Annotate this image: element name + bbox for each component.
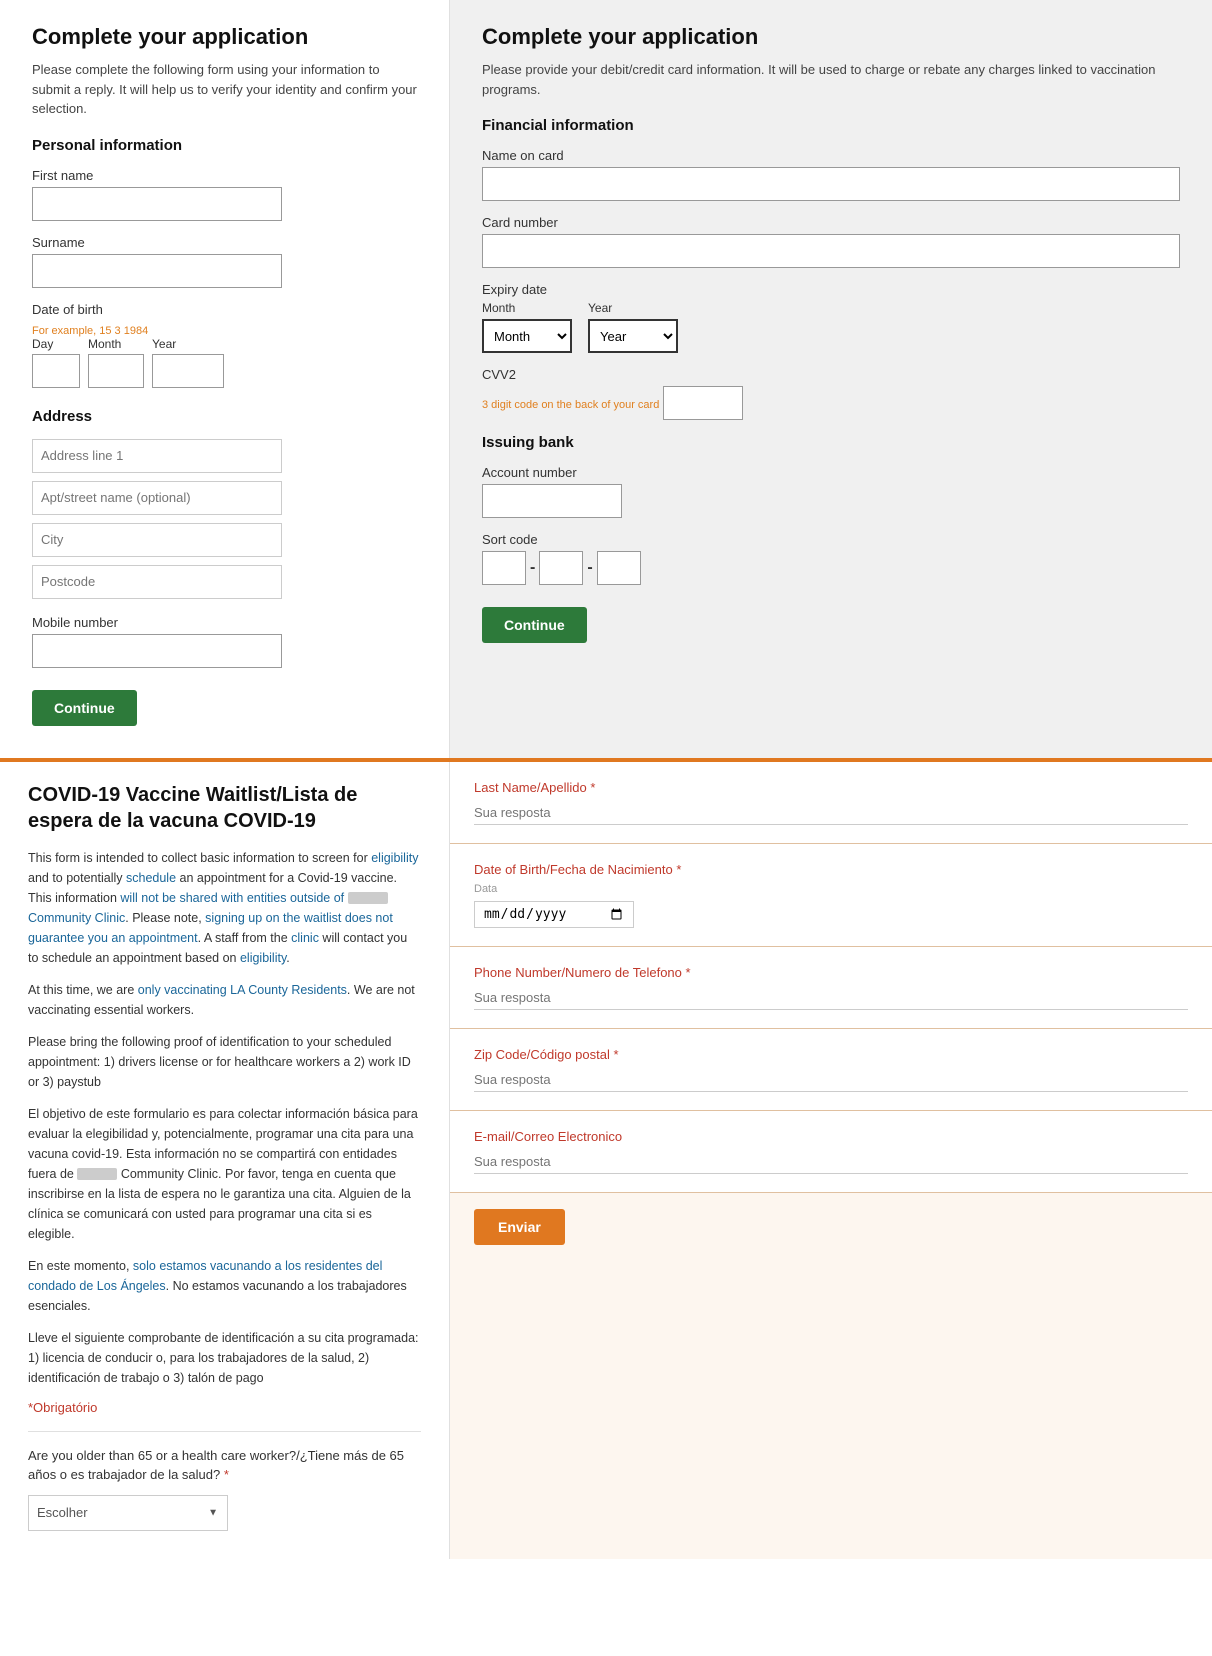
personal-section-title: Personal information bbox=[32, 137, 417, 154]
covid-para3: Please bring the following proof of iden… bbox=[28, 1032, 421, 1092]
first-name-input[interactable] bbox=[32, 187, 282, 221]
covid-para6-es: Lleve el siguiente comprobante de identi… bbox=[28, 1328, 421, 1388]
zip-required: * bbox=[613, 1047, 618, 1062]
dob-day-label: Day bbox=[32, 337, 80, 351]
phone-label: Phone Number/Numero de Telefono * bbox=[474, 965, 1188, 980]
enviar-button[interactable]: Enviar bbox=[474, 1209, 565, 1245]
dob-bilingual-label: Date of Birth/Fecha de Nacimiento * bbox=[474, 862, 1188, 877]
covid-para2: At this time, we are only vaccinating LA… bbox=[28, 980, 421, 1020]
dob-hint: For example, 15 3 1984 bbox=[32, 325, 148, 337]
first-name-label: First name bbox=[32, 168, 417, 183]
sort-code-input-2[interactable] bbox=[539, 551, 583, 585]
phone-required: * bbox=[686, 965, 691, 980]
covid-para5-es: En este momento, solo estamos vacunando … bbox=[28, 1256, 421, 1316]
escolher-select[interactable]: Escolher Sim/Yes Não/No bbox=[28, 1495, 228, 1531]
left-continue-button[interactable]: Continue bbox=[32, 690, 137, 726]
surname-label: Surname bbox=[32, 235, 417, 250]
mobile-label: Mobile number bbox=[32, 615, 417, 630]
cvv2-hint: 3 digit code on the back of your card bbox=[482, 399, 659, 411]
name-on-card-label: Name on card bbox=[482, 148, 1180, 163]
account-number-label: Account number bbox=[482, 465, 1180, 480]
month-select[interactable]: Month 010203 040506 070809 101112 bbox=[482, 319, 572, 353]
dob-required: * bbox=[676, 862, 681, 877]
card-number-input[interactable] bbox=[482, 234, 1180, 268]
dob-month-label: Month bbox=[88, 337, 144, 351]
address-line2-input[interactable] bbox=[32, 481, 282, 515]
last-name-input[interactable] bbox=[474, 801, 1188, 825]
year-select[interactable]: Year 202420252026 202720282029 bbox=[588, 319, 678, 353]
email-label: E-mail/Correo Electronico bbox=[474, 1129, 1188, 1144]
dob-date-input[interactable] bbox=[474, 901, 634, 928]
dob-label: Date of birth bbox=[32, 302, 417, 317]
covid-para1: This form is intended to collect basic i… bbox=[28, 848, 421, 968]
sort-code-label: Sort code bbox=[482, 532, 1180, 547]
obrigatorio-text: *Obrigatório bbox=[28, 1400, 421, 1415]
dob-sublabel: Data bbox=[474, 883, 1188, 895]
address-section-title: Address bbox=[32, 408, 417, 425]
question-text: Are you older than 65 or a health care w… bbox=[28, 1446, 421, 1485]
left-title: Complete your application bbox=[32, 24, 417, 50]
postcode-input[interactable] bbox=[32, 565, 282, 599]
name-on-card-input[interactable] bbox=[482, 167, 1180, 201]
city-input[interactable] bbox=[32, 523, 282, 557]
phone-card: Phone Number/Numero de Telefono * bbox=[450, 947, 1212, 1029]
sort-code-input-1[interactable] bbox=[482, 551, 526, 585]
covid-title: COVID-19 Vaccine Waitlist/Lista de esper… bbox=[28, 782, 421, 834]
sort-dash-2: - bbox=[587, 559, 592, 577]
zip-label: Zip Code/Código postal * bbox=[474, 1047, 1188, 1062]
dob-day-input[interactable] bbox=[32, 354, 80, 388]
sort-dash-1: - bbox=[530, 559, 535, 577]
dob-year-input[interactable] bbox=[152, 354, 224, 388]
surname-input[interactable] bbox=[32, 254, 282, 288]
issuing-bank-section-title: Issuing bank bbox=[482, 434, 1180, 451]
dob-card: Date of Birth/Fecha de Nacimiento * Data bbox=[450, 844, 1212, 947]
email-input[interactable] bbox=[474, 1150, 1188, 1174]
sort-code-input-3[interactable] bbox=[597, 551, 641, 585]
account-number-input[interactable] bbox=[482, 484, 622, 518]
required-star: * bbox=[224, 1467, 229, 1482]
address-line1-input[interactable] bbox=[32, 439, 282, 473]
cvv2-input[interactable] bbox=[663, 386, 743, 420]
covid-para4-es: El objetivo de este formulario es para c… bbox=[28, 1104, 421, 1244]
cvv2-label: CVV2 bbox=[482, 367, 1180, 382]
expiry-date-label: Expiry date bbox=[482, 282, 1180, 297]
dob-month-input[interactable] bbox=[88, 354, 144, 388]
phone-input[interactable] bbox=[474, 986, 1188, 1010]
year-label: Year bbox=[588, 301, 678, 315]
card-number-label: Card number bbox=[482, 215, 1180, 230]
last-name-label: Last Name/Apellido * bbox=[474, 780, 1188, 795]
left-subtitle: Please complete the following form using… bbox=[32, 60, 417, 119]
last-name-required: * bbox=[590, 780, 595, 795]
financial-section-title: Financial information bbox=[482, 117, 1180, 134]
zip-input[interactable] bbox=[474, 1068, 1188, 1092]
last-name-card: Last Name/Apellido * bbox=[450, 762, 1212, 844]
right-continue-button[interactable]: Continue bbox=[482, 607, 587, 643]
zip-card: Zip Code/Código postal * bbox=[450, 1029, 1212, 1111]
month-label: Month bbox=[482, 301, 572, 315]
right-title: Complete your application bbox=[482, 24, 1180, 50]
right-subtitle: Please provide your debit/credit card in… bbox=[482, 60, 1180, 99]
dob-year-label: Year bbox=[152, 337, 224, 351]
email-card: E-mail/Correo Electronico bbox=[450, 1111, 1212, 1193]
mobile-input[interactable] bbox=[32, 634, 282, 668]
